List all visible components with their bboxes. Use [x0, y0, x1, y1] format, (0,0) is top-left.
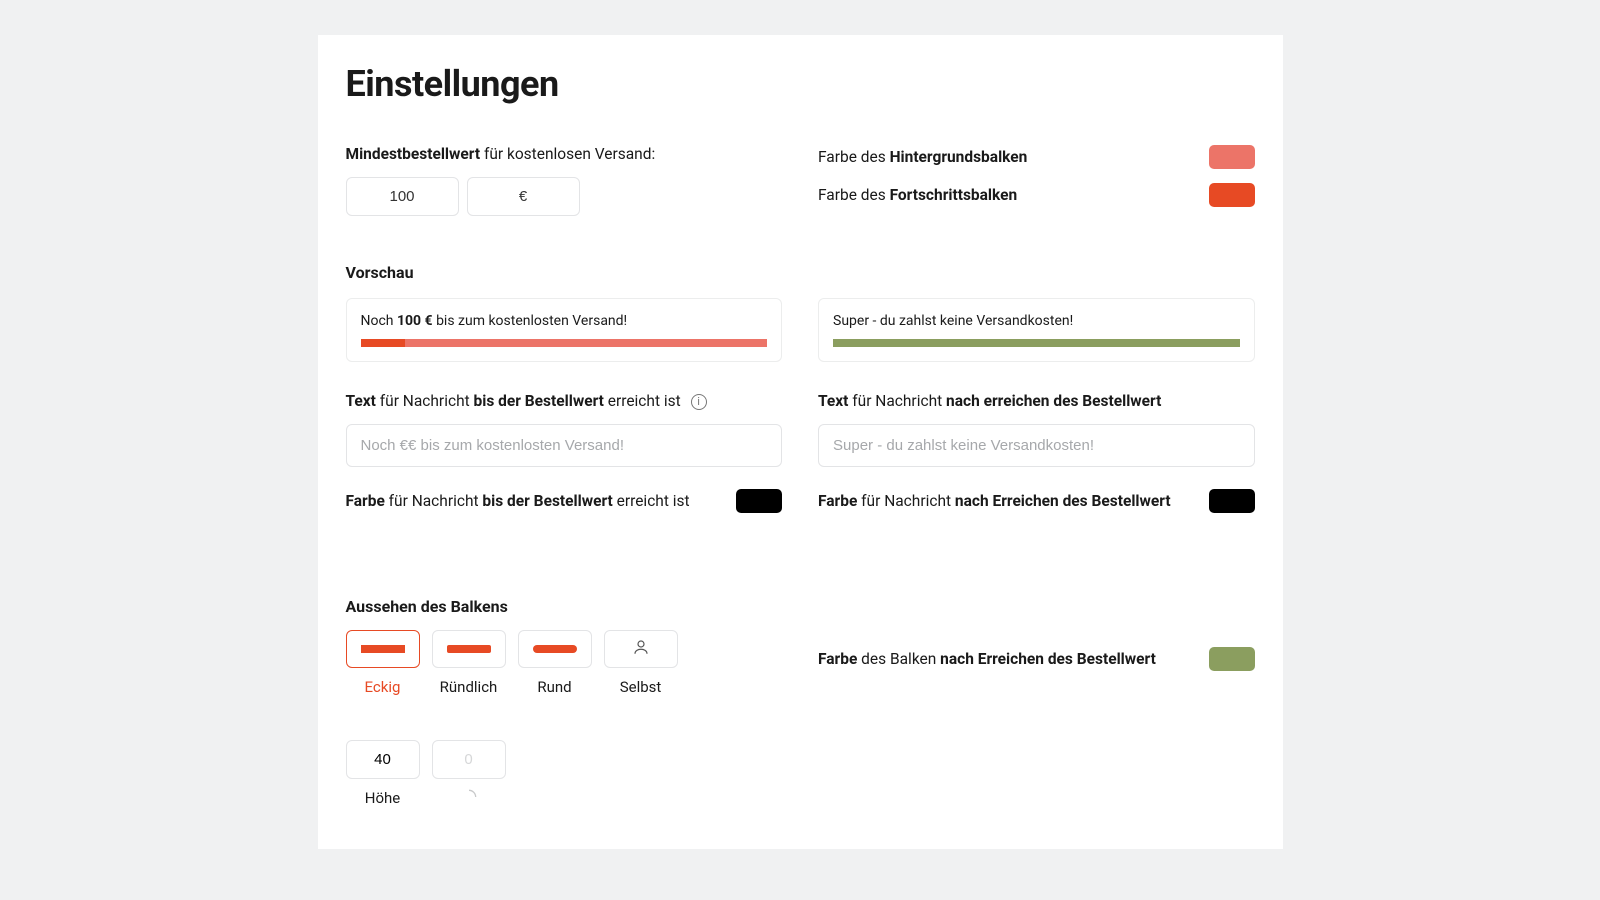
preview-before-bar [361, 339, 768, 347]
preview-after-bar [833, 339, 1240, 347]
msg-after-input[interactable] [818, 424, 1255, 467]
min-order-label: Mindestbestellwert für kostenlosen Versa… [346, 145, 783, 163]
bar-after-color-swatch[interactable] [1209, 647, 1255, 671]
preview-after-text: Super - du zahlst keine Versandkosten! [833, 313, 1240, 329]
person-icon [632, 638, 650, 660]
bg-color-swatch[interactable] [1209, 145, 1255, 169]
msg-before-label: Text für Nachricht bis der Bestellwert e… [346, 392, 783, 410]
fg-color-label: Farbe des Fortschrittsbalken [818, 186, 1017, 204]
preview-before-text: Noch 100 € bis zum kostenlosten Versand! [361, 313, 768, 329]
preview-heading: Vorschau [346, 263, 1255, 282]
appearance-heading: Aussehen des Balkens [346, 597, 783, 616]
page-title: Einstellungen [346, 63, 1255, 105]
preview-after-card: Super - du zahlst keine Versandkosten! [818, 298, 1255, 362]
height-input[interactable] [346, 740, 420, 779]
currency-input[interactable] [467, 177, 580, 216]
msg-after-color-swatch[interactable] [1209, 489, 1255, 513]
msg-before-color-swatch[interactable] [736, 489, 782, 513]
settings-page: Einstellungen Mindestbestellwert für kos… [318, 35, 1283, 849]
radius-input[interactable] [432, 740, 506, 779]
msg-before-color-label: Farbe für Nachricht bis der Bestellwert … [346, 492, 690, 510]
top-row: Mindestbestellwert für kostenlosen Versa… [346, 145, 1255, 221]
shape-option-selbst[interactable] [604, 630, 678, 668]
msg-before-input[interactable] [346, 424, 783, 467]
msg-after-color-label: Farbe für Nachricht nach Erreichen des B… [818, 492, 1171, 510]
msg-after-label: Text für Nachricht nach erreichen des Be… [818, 392, 1255, 410]
fg-color-swatch[interactable] [1209, 183, 1255, 207]
shape-options: Eckig Ründlich Rund Selbst [346, 630, 783, 696]
preview-before-card: Noch 100 € bis zum kostenlosten Versand! [346, 298, 783, 362]
info-icon[interactable]: i [691, 394, 707, 410]
spinner-icon [432, 789, 506, 809]
shape-option-rund[interactable] [518, 630, 592, 668]
shape-option-ruendlich[interactable] [432, 630, 506, 668]
min-order-input[interactable] [346, 177, 459, 216]
bar-after-color-label: Farbe des Balken nach Erreichen des Best… [818, 650, 1156, 668]
bg-color-label: Farbe des Hintergrundsbalken [818, 148, 1027, 166]
shape-option-eckig[interactable] [346, 630, 420, 668]
